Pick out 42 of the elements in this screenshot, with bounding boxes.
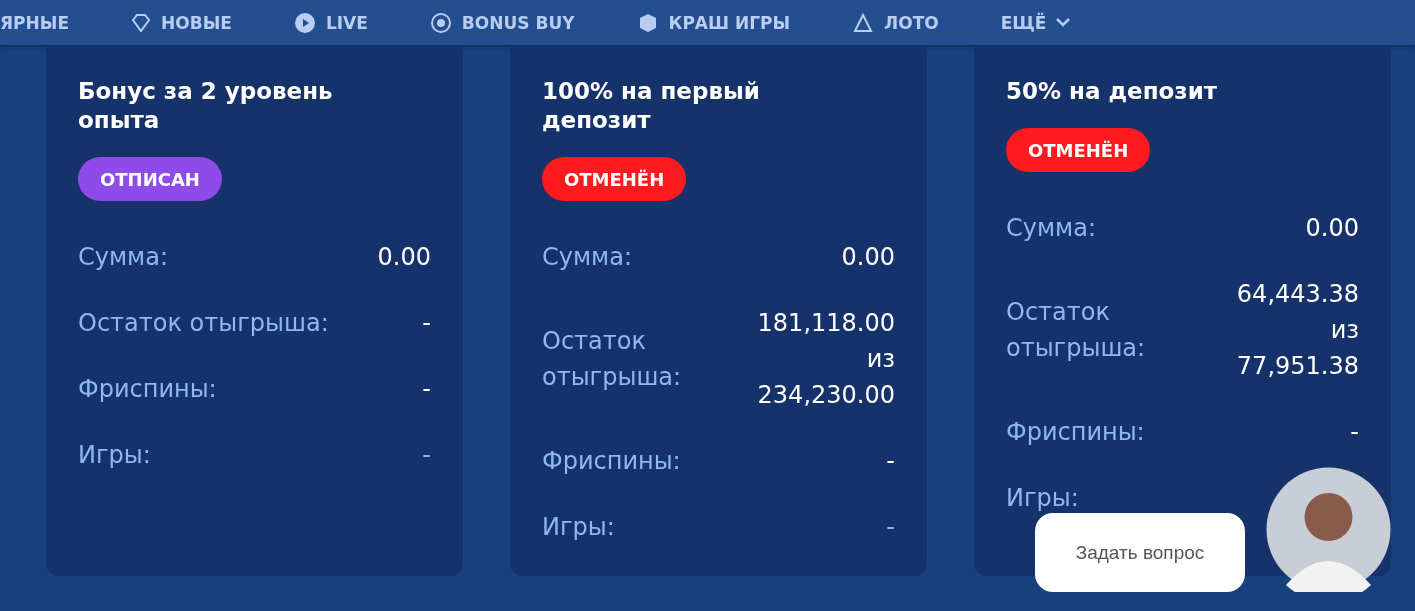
- status-badge: ОТМЕНЁН: [1006, 128, 1151, 172]
- status-badge: ОТМЕНЁН: [542, 157, 687, 201]
- nav-link[interactable]: НОВЫЕ: [131, 12, 232, 33]
- row-value: 64,443.38 из 77,951.38: [1235, 279, 1359, 382]
- nav-link[interactable]: КРАШ ИГРЫ: [636, 11, 791, 34]
- status-badge: ОТПИСАН: [78, 157, 222, 201]
- row-value: -: [422, 374, 431, 405]
- row-value: -: [422, 308, 431, 339]
- row-label: Фриспины:: [1006, 417, 1145, 448]
- row-label: Фриспины:: [78, 374, 217, 405]
- card-title: Бонус за 2 уровень опыта: [78, 77, 334, 135]
- row-label: Остаток отыгрыша:: [542, 326, 683, 393]
- row-label: Остаток отыгрыша:: [1006, 297, 1147, 364]
- chat-bubble[interactable]: Задать вопрос: [1035, 513, 1245, 592]
- avatar-icon[interactable]: [1266, 467, 1391, 592]
- row-value: -: [1350, 417, 1359, 448]
- row-value: 181,118.00 из 234,230.00: [756, 308, 895, 411]
- row-value[interactable]: -: [422, 437, 431, 473]
- row-label: Сумма:: [1006, 213, 1096, 244]
- diamond-icon: [131, 13, 151, 32]
- nav-link[interactable]: ЛОТО: [852, 12, 939, 33]
- nav-link[interactable]: ЕЩЁ: [1000, 12, 1071, 33]
- row-value: 0.00: [377, 242, 431, 273]
- row-label: Фриспины:: [542, 446, 681, 477]
- row-value: 0.00: [1305, 213, 1359, 244]
- row-label: Остаток отыгрыша:: [78, 308, 329, 339]
- row-label: Игры:: [78, 440, 151, 471]
- card-title: 50% на депозит: [1006, 77, 1219, 106]
- coin-icon: [429, 11, 452, 34]
- row-label: Игры:: [542, 512, 615, 543]
- card-title: 100% на первый депозит: [542, 77, 761, 135]
- play-icon: [293, 11, 316, 34]
- nav-link[interactable]: LIVE: [293, 11, 368, 34]
- row-value[interactable]: -: [886, 509, 895, 545]
- row-label: Игры:: [1006, 483, 1079, 514]
- row-label: Сумма:: [542, 242, 632, 273]
- row-value: -: [886, 446, 895, 477]
- chevron-icon: [1056, 18, 1071, 27]
- row-label: Сумма:: [78, 242, 168, 273]
- nav-link[interactable]: ЯРНЫЕ: [0, 12, 69, 33]
- nav-link[interactable]: BONUS BUY: [429, 11, 575, 34]
- row-value: 0.00: [841, 242, 895, 273]
